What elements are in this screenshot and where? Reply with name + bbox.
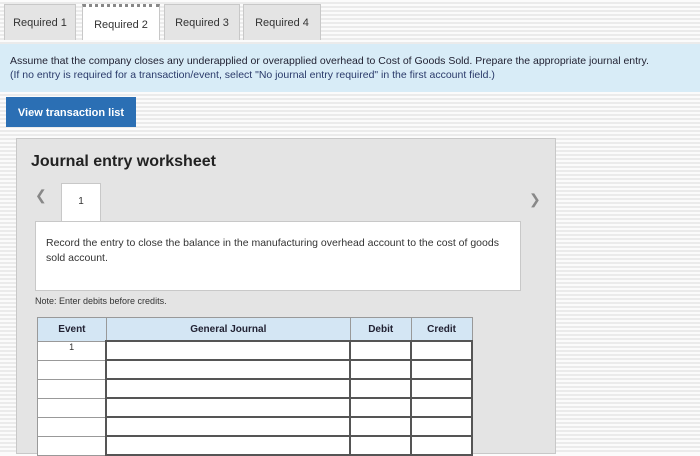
- chevron-right-icon[interactable]: ❯: [529, 191, 541, 208]
- table-row: [37, 397, 473, 418]
- instructions-line-1: Assume that the company closes any under…: [10, 55, 649, 67]
- debit-field[interactable]: [349, 378, 413, 399]
- debit-field[interactable]: [349, 435, 413, 456]
- chevron-left-icon[interactable]: ❮: [35, 187, 47, 204]
- column-header-event: Event: [37, 317, 107, 342]
- entry-description: Record the entry to close the balance in…: [35, 221, 521, 291]
- table-row: [37, 416, 473, 437]
- tab-bar: Required 1 Required 2 Required 3 Require…: [0, 0, 700, 44]
- entry-tab-1[interactable]: 1: [61, 183, 101, 221]
- tab-required-3[interactable]: Required 3: [164, 4, 240, 40]
- worksheet-title: Journal entry worksheet: [31, 153, 216, 170]
- table-row: [37, 378, 473, 399]
- credit-field[interactable]: [410, 416, 473, 437]
- event-cell: [37, 397, 107, 418]
- debit-field[interactable]: [349, 340, 413, 361]
- view-transaction-list-button[interactable]: View transaction list: [6, 97, 136, 127]
- account-field[interactable]: [105, 416, 352, 437]
- credit-field[interactable]: [410, 340, 473, 361]
- account-field[interactable]: [105, 378, 352, 399]
- table-row: [37, 435, 473, 456]
- credit-field[interactable]: [410, 397, 473, 418]
- account-field[interactable]: [105, 435, 352, 456]
- debit-field[interactable]: [349, 397, 413, 418]
- event-cell: [37, 416, 107, 437]
- column-header-general-journal: General Journal: [105, 317, 351, 342]
- tab-required-4[interactable]: Required 4: [243, 4, 321, 40]
- tab-required-1[interactable]: Required 1: [4, 4, 76, 40]
- instructions-banner: Assume that the company closes any under…: [0, 44, 700, 92]
- account-field[interactable]: [105, 397, 352, 418]
- event-cell: [37, 378, 107, 399]
- debit-field[interactable]: [349, 416, 413, 437]
- event-cell: [37, 435, 107, 456]
- account-field[interactable]: [105, 340, 352, 361]
- column-header-debit: Debit: [349, 317, 412, 342]
- credit-field[interactable]: [410, 359, 473, 380]
- debit-field[interactable]: [349, 359, 413, 380]
- journal-table: Event General Journal Debit Credit 1: [37, 317, 473, 456]
- event-cell: 1: [37, 340, 107, 361]
- table-row: [37, 359, 473, 380]
- credit-field[interactable]: [410, 378, 473, 399]
- column-header-credit: Credit: [410, 317, 473, 342]
- entry-note: Note: Enter debits before credits.: [35, 296, 167, 306]
- instructions-line-2: (If no entry is required for a transacti…: [10, 69, 495, 81]
- journal-entry-worksheet: Journal entry worksheet ❮ 1 ❯ Record the…: [16, 138, 556, 456]
- tab-required-2[interactable]: Required 2: [82, 4, 160, 40]
- credit-field[interactable]: [410, 435, 473, 456]
- table-row: 1: [37, 340, 473, 361]
- event-cell: [37, 359, 107, 380]
- account-field[interactable]: [105, 359, 352, 380]
